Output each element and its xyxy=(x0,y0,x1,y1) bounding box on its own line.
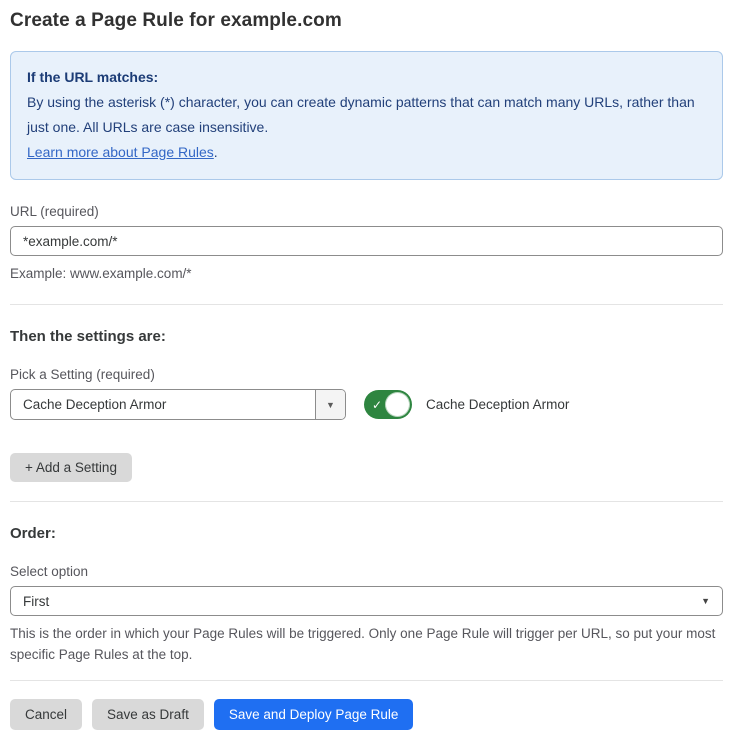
cache-deception-armor-toggle[interactable]: ✓ xyxy=(364,390,412,419)
learn-more-link[interactable]: Learn more about Page Rules xyxy=(27,144,214,160)
info-box-link-line: Learn more about Page Rules. xyxy=(27,140,706,165)
chevron-down-icon: ▼ xyxy=(701,596,710,606)
save-and-deploy-button[interactable]: Save and Deploy Page Rule xyxy=(214,699,414,730)
url-match-info-box: If the URL matches: By using the asteris… xyxy=(10,51,723,180)
divider xyxy=(10,304,723,305)
url-example-text: Example: www.example.com/* xyxy=(10,263,723,284)
order-select-label: Select option xyxy=(10,564,723,579)
order-section-heading: Order: xyxy=(10,525,723,542)
info-box-heading: If the URL matches: xyxy=(27,65,706,90)
url-input[interactable] xyxy=(10,226,723,256)
order-select-value: First xyxy=(23,594,701,609)
page-rule-form: Create a Page Rule for example.com If th… xyxy=(10,0,723,730)
toggle-knob xyxy=(385,392,410,417)
link-period: . xyxy=(214,144,218,160)
toggle-label: Cache Deception Armor xyxy=(426,397,569,412)
divider xyxy=(10,680,723,681)
setting-select-value: Cache Deception Armor xyxy=(11,390,315,419)
order-select[interactable]: First ▼ xyxy=(10,586,723,616)
pick-setting-label: Pick a Setting (required) xyxy=(10,367,723,382)
setting-select-arrow-button[interactable]: ▼ xyxy=(315,390,345,419)
setting-select[interactable]: Cache Deception Armor ▼ xyxy=(10,389,346,420)
footer-button-row: Cancel Save as Draft Save and Deploy Pag… xyxy=(10,699,723,730)
chevron-down-icon: ▼ xyxy=(326,400,335,410)
divider xyxy=(10,501,723,502)
save-as-draft-button[interactable]: Save as Draft xyxy=(92,699,204,730)
url-field-group: URL (required) Example: www.example.com/… xyxy=(10,204,723,284)
check-icon: ✓ xyxy=(372,398,382,412)
setting-row: Cache Deception Armor ▼ ✓ Cache Deceptio… xyxy=(10,389,723,420)
add-setting-button[interactable]: + Add a Setting xyxy=(10,453,132,482)
page-title: Create a Page Rule for example.com xyxy=(10,0,723,32)
cancel-button[interactable]: Cancel xyxy=(10,699,82,730)
order-help-text: This is the order in which your Page Rul… xyxy=(10,623,723,665)
info-box-body: By using the asterisk (*) character, you… xyxy=(27,90,706,140)
url-field-label: URL (required) xyxy=(10,204,723,219)
settings-section-heading: Then the settings are: xyxy=(10,328,723,345)
